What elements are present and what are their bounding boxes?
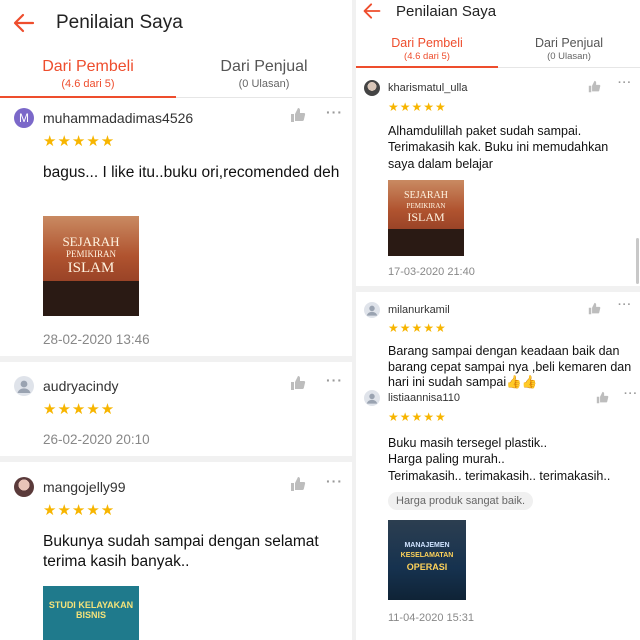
thumbs-up-icon[interactable] xyxy=(588,80,601,98)
review-line: Buku masih tersegel plastik.. xyxy=(388,436,548,450)
book-title: KESELAMATAN xyxy=(400,552,454,559)
rating-stars: ★★★★★ xyxy=(388,410,447,424)
page-title: Penilaian Saya xyxy=(396,2,497,20)
review-line: Terimakasih.. terimakasih.. terimakasih.… xyxy=(388,468,611,483)
book-title: OPERASI xyxy=(406,562,448,572)
tab-dari-penjual[interactable]: Dari Penjual (0 Ulasan) xyxy=(176,52,352,97)
more-options-icon[interactable]: ··· xyxy=(618,299,632,311)
tab-label: Dari Penjual xyxy=(534,36,604,50)
review-header: listiaannisa110 xyxy=(364,390,460,406)
mosque-silhouette xyxy=(388,229,464,256)
review-date: 26-02-2020 20:10 xyxy=(43,432,150,447)
tab-dari-penjual[interactable]: Dari Penjual (0 Ulasan) xyxy=(498,34,640,67)
more-options-icon[interactable]: ··· xyxy=(326,473,343,489)
avatar[interactable] xyxy=(364,80,380,96)
review-item: kharismatul_ulla ··· ★★★★★ Alhamdulillah… xyxy=(356,70,640,292)
book-title: MANAJEMEN xyxy=(404,542,450,549)
arrow-left-icon[interactable] xyxy=(362,1,382,21)
mosque-silhouette xyxy=(43,281,139,316)
book-title: ISLAM xyxy=(67,260,115,276)
username: audryacindy xyxy=(43,378,119,394)
tab-sub: (4.6 dari 5) xyxy=(61,78,115,90)
book-title: PEMIKIRAN xyxy=(406,202,446,210)
page-title: Penilaian Saya xyxy=(56,12,183,33)
review-header: mangojelly99 xyxy=(14,477,126,497)
header: Penilaian Saya xyxy=(0,0,352,46)
rating-stars: ★★★★★ xyxy=(43,502,116,519)
review-text: Barang sampai dengan keadaan baik dan ba… xyxy=(388,344,632,390)
tab-sub: (4.6 dari 5) xyxy=(404,51,450,62)
review-header: audryacindy xyxy=(14,376,119,396)
book-title: STUDI KELAYAKAN BISNIS xyxy=(48,600,134,620)
review-date: 28-02-2020 13:46 xyxy=(43,332,150,347)
rating-stars: ★★★★★ xyxy=(388,100,447,114)
thumbs-up-icon[interactable] xyxy=(290,375,306,396)
user-icon xyxy=(366,393,378,404)
review-photo[interactable]: STUDI KELAYAKAN BISNIS xyxy=(43,586,139,640)
tab-bar: Dari Pembeli (4.6 dari 5) Dari Penjual (… xyxy=(356,34,640,68)
tab-dari-pembeli[interactable]: Dari Pembeli (4.6 dari 5) xyxy=(356,34,498,68)
tab-sub: (0 Ulasan) xyxy=(547,51,591,62)
rating-stars: ★★★★★ xyxy=(388,321,447,335)
tab-bar: Dari Pembeli (4.6 dari 5) Dari Penjual (… xyxy=(0,52,352,98)
review-item: audryacindy ··· ★★★★★ 26-02-2020 20:10 xyxy=(0,362,352,462)
review-date: 11-04-2020 15:31 xyxy=(388,612,475,624)
tab-sub: (0 Ulasan) xyxy=(238,78,290,90)
review-item: mangojelly99 ··· ★★★★★ Bukunya sudah sam… xyxy=(0,462,352,640)
rating-stars: ★★★★★ xyxy=(43,133,116,150)
avatar[interactable] xyxy=(364,390,380,406)
review-header: M muhammadadimas4526 xyxy=(14,108,193,128)
thumbs-up-icon[interactable] xyxy=(596,391,609,409)
more-options-icon[interactable]: ··· xyxy=(624,388,638,400)
tab-label: Dari Penjual xyxy=(220,58,308,75)
more-options-icon[interactable]: ··· xyxy=(618,77,632,89)
book-title: PEMIKIRAN xyxy=(65,249,116,259)
user-icon xyxy=(17,380,31,393)
avatar[interactable] xyxy=(364,302,380,318)
review-item: milanurkamil ··· ★★★★★ Barang sampai den… xyxy=(356,292,640,392)
user-icon xyxy=(366,305,378,316)
scrollbar[interactable] xyxy=(636,238,639,284)
review-header: kharismatul_ulla xyxy=(364,80,467,96)
username: muhammadadimas4526 xyxy=(43,110,194,126)
tag-chip: Harga produk sangat baik. xyxy=(388,492,534,510)
avatar[interactable] xyxy=(14,477,34,497)
header: Penilaian Saya xyxy=(356,0,640,22)
book-title: SEJARAH xyxy=(404,190,448,201)
avatar[interactable]: M xyxy=(14,108,34,128)
book-title: ISLAM xyxy=(407,210,445,224)
username: mangojelly99 xyxy=(43,479,126,495)
username: milanurkamil xyxy=(388,304,450,316)
tab-label: Dari Pembeli xyxy=(42,58,134,75)
tab-label: Dari Pembeli xyxy=(391,36,463,50)
arrow-left-icon[interactable] xyxy=(12,11,36,35)
avatar[interactable] xyxy=(14,376,34,396)
review-text: Bukunya sudah sampai dengan selamat teri… xyxy=(43,533,319,571)
book-title: SEJARAH xyxy=(62,234,120,249)
review-photo[interactable]: SEJARAH PEMIKIRAN ISLAM xyxy=(388,180,464,256)
rating-stars: ★★★★★ xyxy=(43,401,116,418)
thumbs-up-icon[interactable] xyxy=(290,107,306,128)
tab-dari-pembeli[interactable]: Dari Pembeli (4.6 dari 5) xyxy=(0,52,176,98)
more-options-icon[interactable]: ··· xyxy=(326,372,343,388)
right-screen: Penilaian Saya Dari Pembeli (4.6 dari 5)… xyxy=(356,0,640,640)
review-text: bagus... I like itu..buku ori,recomended… xyxy=(43,164,340,181)
review-line: Harga paling murah.. xyxy=(388,452,505,467)
username: kharismatul_ulla xyxy=(388,82,468,94)
review-text: Buku masih tersegel plastik.. Harga pali… xyxy=(388,435,638,484)
review-photo[interactable]: MANAJEMEN KESELAMATAN OPERASI xyxy=(388,520,466,600)
review-item: listiaannisa110 ··· ★★★★★ Buku masih ter… xyxy=(356,388,640,640)
thumbs-up-icon[interactable] xyxy=(290,476,306,497)
review-header: milanurkamil xyxy=(364,302,450,318)
username: listiaannisa110 xyxy=(388,392,460,404)
review-text: Alhamdulillah paket sudah sampai. Terima… xyxy=(388,124,609,171)
thumbs-up-icon[interactable] xyxy=(588,302,601,320)
left-screen: Penilaian Saya Dari Pembeli (4.6 dari 5)… xyxy=(0,0,352,640)
review-photo[interactable]: SEJARAH PEMIKIRAN ISLAM xyxy=(43,216,139,316)
review-date: 17-03-2020 21:40 xyxy=(388,266,475,278)
more-options-icon[interactable]: ··· xyxy=(326,104,343,120)
review-item: M muhammadadimas4526 ··· ★★★★★ bagus... … xyxy=(0,99,352,362)
